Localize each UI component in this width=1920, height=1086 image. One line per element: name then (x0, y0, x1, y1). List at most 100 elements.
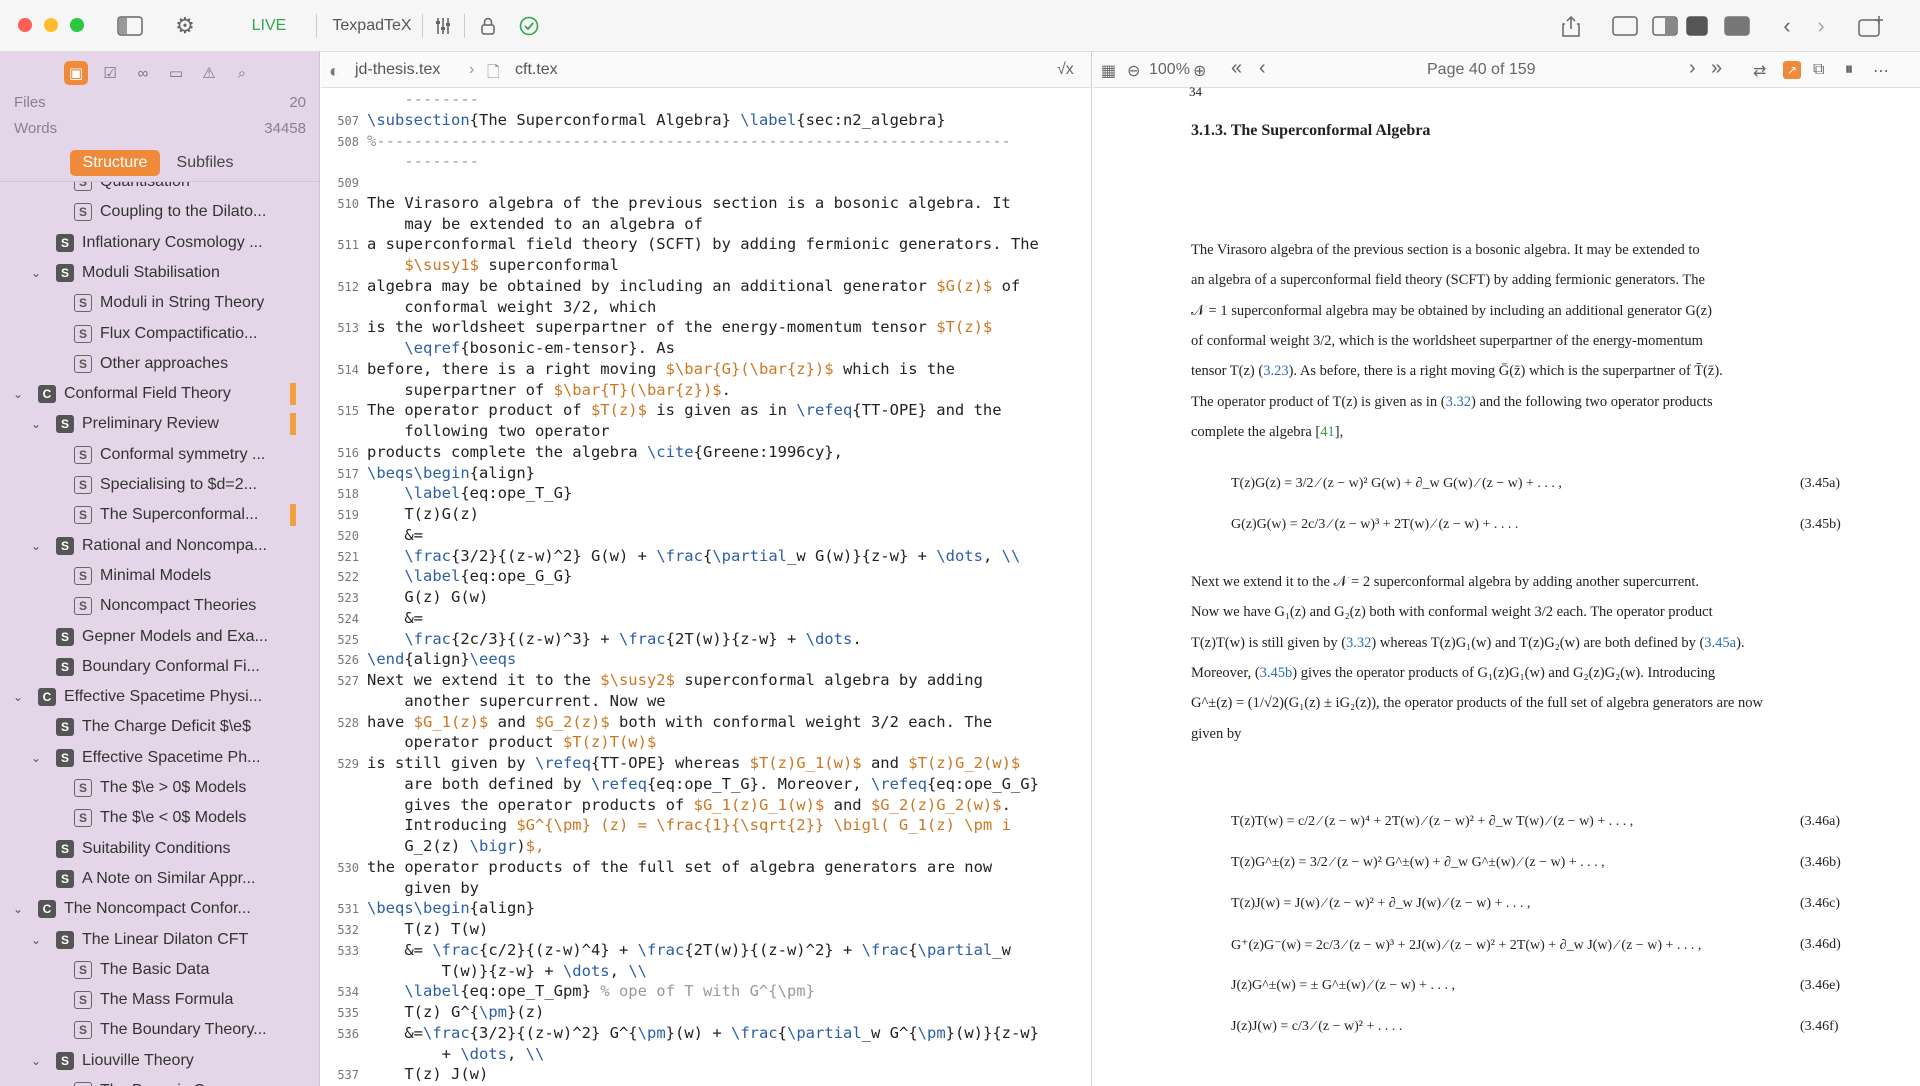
outline-item[interactable]: ⌄ C Conformal Field Theory (0, 382, 319, 406)
breadcrumb-current-file[interactable]: cft.tex (515, 61, 558, 79)
code-line[interactable]: G_2(z) \bigr)$, (321, 837, 1091, 857)
code-line[interactable]: 512 algebra may be obtained by including … (321, 277, 1091, 297)
zoom-in-button[interactable]: ⊕ (1193, 61, 1206, 81)
code-line[interactable]: 535 T(z) G^{\pm}(z) (321, 1003, 1091, 1023)
close-window-button[interactable] (18, 18, 32, 32)
code-line[interactable]: 518 \label{eq:ope_T_G} (321, 484, 1091, 504)
code-line[interactable]: -------- (321, 152, 1091, 172)
typesetter-select[interactable]: TexpadTeX (328, 12, 416, 40)
outline-item[interactable]: S Flux Compactificatio... (0, 322, 319, 346)
outline-item[interactable]: ⌄ S Preliminary Review (0, 412, 319, 436)
code-line[interactable]: 525 \frac{2c/3}{(z-w)^3} + \frac{2T(w)}{… (321, 630, 1091, 650)
outline-item[interactable]: ⌄ S Effective Spacetime Ph... (0, 746, 319, 770)
todo-view-button[interactable]: ☑ (98, 61, 122, 85)
outline-item[interactable]: S Suitability Conditions (0, 837, 319, 861)
code-line[interactable]: operator product $T(z)T(w)$ (321, 733, 1091, 753)
outline-item[interactable]: S Inflationary Cosmology ... (0, 231, 319, 255)
typeset-options-button[interactable] (430, 12, 456, 40)
outline-item[interactable]: S Minimal Models (0, 564, 319, 588)
layout-split-button[interactable] (1650, 12, 1680, 40)
code-line[interactable]: 514 before, there is a right moving $\bar… (321, 360, 1091, 380)
typeset-status-button[interactable] (516, 12, 542, 40)
code-line[interactable]: + \dots, \\ (321, 1045, 1091, 1065)
last-page-button[interactable]: » (1711, 57, 1722, 80)
outline-item[interactable]: S The $\e > 0$ Models (0, 776, 319, 800)
chevron-down-icon[interactable]: ⌄ (30, 417, 42, 431)
code-line[interactable]: conformal weight 3/2, which (321, 298, 1091, 318)
code-line[interactable]: 509 (321, 173, 1091, 193)
references-view-button[interactable]: ∞ (131, 61, 155, 85)
outline-item[interactable]: S Noncompact Theories (0, 594, 319, 618)
zoom-window-button[interactable] (70, 18, 84, 32)
outline-item[interactable]: ⌄ C The Noncompact Confor... (0, 897, 319, 921)
code-line[interactable]: 517 \beqs\begin{align} (321, 464, 1091, 484)
code-line[interactable]: 526 \end{align}\eeqs (321, 650, 1091, 670)
outline-item[interactable]: S The Boundary Theory... (0, 1018, 319, 1042)
code-line[interactable]: Introducing $G^{\pm} (z) = \frac{1}{\sqr… (321, 816, 1091, 836)
code-line[interactable]: 507 \subsection{The Superconformal Algebr… (321, 111, 1091, 131)
code-line[interactable]: following two operator (321, 422, 1091, 442)
code-line[interactable]: another supercurrent. Now we (321, 692, 1091, 712)
tab-structure[interactable]: Structure (70, 150, 160, 176)
tab-subfiles[interactable]: Subfiles (160, 150, 250, 176)
more-button[interactable]: ⋯ (1873, 61, 1889, 81)
code-line[interactable]: are both defined by \refeq{eq:ope_T_G}. … (321, 775, 1091, 795)
toggle-sidebar-button[interactable] (114, 12, 146, 40)
code-line[interactable]: 528 have $G_1(z)$ and $G_2(z)$ both with … (321, 713, 1091, 733)
zoom-out-button[interactable]: ⊖ (1127, 61, 1140, 81)
code-line[interactable]: 515 The operator product of $T(z)$ is giv… (321, 401, 1091, 421)
code-line[interactable]: 519 T(z)G(z) (321, 505, 1091, 525)
outline-item[interactable]: S The Basic Data (0, 958, 319, 982)
code-line[interactable]: 523 G(z) G(w) (321, 588, 1091, 608)
chevron-down-icon[interactable]: ⌄ (12, 387, 24, 401)
code-line[interactable]: 516 products complete the algebra \cite{G… (321, 443, 1091, 463)
code-line[interactable]: 508 %------------------------------------… (321, 132, 1091, 152)
search-view-button[interactable]: ⌕ (230, 61, 254, 85)
structure-view-button[interactable]: ▣ (64, 61, 88, 85)
outline-item[interactable]: S Boundary Conformal Fi... (0, 655, 319, 679)
chevron-down-icon[interactable]: ⌄ (12, 902, 24, 916)
code-line[interactable]: 527 Next we extend it to the $\susy2$ sup… (321, 671, 1091, 691)
math-palette-button[interactable]: √x (1057, 61, 1074, 79)
outline-item[interactable]: ⌄ S The Linear Dilaton CFT (0, 928, 319, 952)
code-line[interactable]: 521 \frac{3/2}{(z-w)^2} G(w) + \frac{\pa… (321, 547, 1091, 567)
outline-item[interactable]: S A Note on Similar Appr... (0, 867, 319, 891)
code-line[interactable]: \eqref{bosonic-em-tensor}. As (321, 339, 1091, 359)
code-line[interactable]: 530 the operator products of the full set… (321, 858, 1091, 878)
code-line[interactable]: 536 &=\frac{3/2}{(z-w)^2} G^{\pm}(w) + \… (321, 1024, 1091, 1044)
outline-item[interactable]: ⌄ S Moduli Stabilisation (0, 261, 319, 285)
layout-full-preview-button[interactable] (1722, 12, 1752, 40)
pause-button[interactable]: ⏸ (1845, 61, 1853, 79)
code-line[interactable]: T(w)}{z-w} + \dots, \\ (321, 962, 1091, 982)
split-preview-button[interactable]: ⧉ (1813, 61, 1824, 79)
code-line[interactable]: given by (321, 879, 1091, 899)
code-line[interactable]: 537 T(z) J(w) (321, 1065, 1091, 1085)
previous-page-button[interactable]: ‹ (1259, 57, 1266, 80)
outline-item[interactable]: S The Charge Deficit $\e$ (0, 715, 319, 739)
settings-button[interactable]: ⚙ (170, 12, 200, 40)
outline-item[interactable]: S The $\e < 0$ Models (0, 806, 319, 830)
chevron-down-icon[interactable]: ⌄ (30, 539, 42, 553)
minimize-window-button[interactable] (44, 18, 58, 32)
back-button[interactable]: ‹ (1774, 12, 1800, 40)
code-line[interactable]: 524 &= (321, 609, 1091, 629)
code-line[interactable]: 511 a superconformal field theory (SCFT) … (321, 235, 1091, 255)
outline-item[interactable]: S Conformal symmetry ... (0, 443, 319, 467)
outline-item[interactable]: S The Bosonic Case (0, 1079, 319, 1086)
outline-item[interactable]: S Other approaches (0, 352, 319, 376)
layout-preview-button[interactable] (1684, 12, 1710, 40)
outline-item[interactable]: ⌄ S Liouville Theory (0, 1049, 319, 1073)
code-area[interactable]: -------- 507 \subsection{The Superconforma… (321, 88, 1091, 1086)
first-page-button[interactable]: « (1231, 57, 1242, 80)
forward-button[interactable]: › (1808, 12, 1834, 40)
outline-item[interactable]: ⌄ C Effective Spacetime Physi... (0, 685, 319, 709)
new-tab-button[interactable] (1856, 12, 1886, 40)
code-line[interactable]: 534 \label{eq:ope_T_Gpm} % ope of T with… (321, 982, 1091, 1002)
code-line[interactable]: superpartner of $\bar{T}(\bar{z})$. (321, 381, 1091, 401)
files-view-button[interactable]: ▭ (164, 61, 188, 85)
code-line[interactable]: gives the operator products of $G_1(z)G_… (321, 796, 1091, 816)
layout-editor-only-button[interactable] (1610, 12, 1640, 40)
live-toggle[interactable]: LIVE (248, 12, 290, 40)
chevron-down-icon[interactable]: ⌄ (12, 690, 24, 704)
code-line[interactable]: 513 is the worldsheet superpartner of the… (321, 318, 1091, 338)
